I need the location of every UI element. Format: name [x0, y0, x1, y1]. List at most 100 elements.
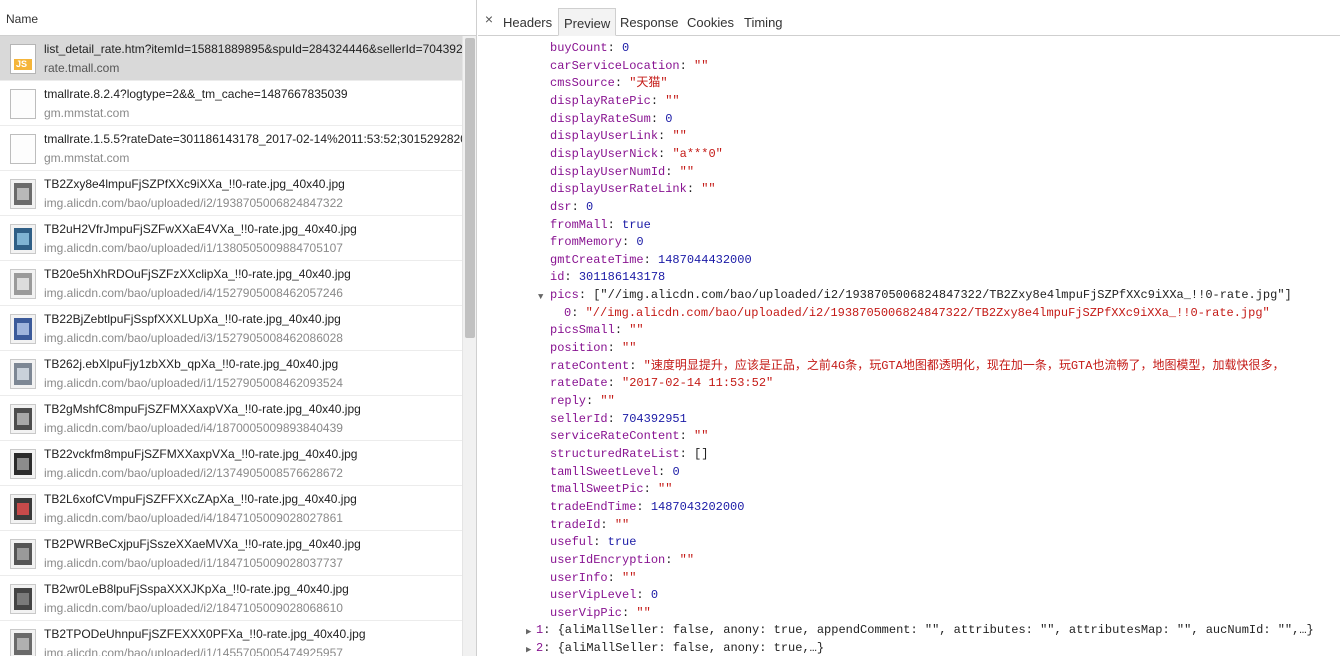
request-row[interactable]: TB2Zxy8e4lmpuFjSZPfXXc9iXXa_!!0-rate.jpg…	[0, 171, 462, 216]
json-colon: :	[650, 93, 666, 108]
request-list-panel: Name JS list_detail_rate.htm?itemId=15881…	[0, 0, 477, 656]
json-colon: :	[607, 411, 623, 426]
collapse-triangle-icon[interactable]: ▶	[526, 624, 531, 642]
json-colon: :	[679, 429, 695, 444]
scrollbar-thumb[interactable]	[465, 38, 475, 338]
json-key: userVipLevel	[550, 588, 637, 603]
tab-timing[interactable]: Timing	[739, 8, 788, 36]
request-host: img.alicdn.com/bao/uploaded/i4/152790500…	[44, 286, 343, 300]
json-key: reply	[550, 394, 587, 408]
json-property-buyCount: buyCount: 0	[550, 40, 629, 57]
tab-cookies[interactable]: Cookies	[682, 8, 739, 36]
json-key: sellerId	[550, 411, 608, 426]
json-colon: :	[658, 129, 673, 144]
request-row[interactable]: TB2TPODeUhnpuFjSZFEXXX0PFXa_!!0-rate.jpg…	[0, 621, 462, 656]
json-colon: :	[622, 235, 637, 250]
request-name: TB20e5hXhRDOuFjSZFzXXclipXa_!!0-rate.jpg…	[44, 267, 351, 281]
json-property-rateDate: rateDate: "2017-02-14 11:53:52"	[550, 375, 773, 392]
json-colon: :	[614, 323, 630, 338]
json-value: 0	[636, 235, 644, 250]
request-name: tmallrate.1.5.5?rateDate=301186143178_20…	[44, 132, 462, 146]
request-row[interactable]: tmallrate.1.5.5?rateDate=301186143178_20…	[0, 126, 462, 171]
json-property-id: id: 301186143178	[550, 269, 665, 286]
json-key: dsr	[550, 199, 572, 214]
json-property-sellerId: sellerId: 704392951	[550, 411, 687, 428]
request-row[interactable]: TB2PWRBeCxjpuFjSszeXXaeMVXa_!!0-rate.jpg…	[0, 531, 462, 576]
request-row[interactable]: JS list_detail_rate.htm?itemId=1588188989…	[0, 36, 462, 81]
request-row[interactable]: TB2wr0LeB8lpuFjSspaXXXJKpXa_!!0-rate.jpg…	[0, 576, 462, 621]
request-name: TB2Zxy8e4lmpuFjSZPfXXc9iXXa_!!0-rate.jpg…	[44, 177, 345, 191]
tab-headers[interactable]: Headers	[498, 8, 557, 36]
json-key: userInfo	[550, 570, 608, 585]
detail-tab-bar: × Headers Preview Response Cookies Timin…	[478, 0, 1340, 36]
json-key: gmtCreateTime	[550, 252, 644, 267]
request-row[interactable]: tmallrate.8.2.4?logtype=2&&_tm_cache=148…	[0, 81, 462, 126]
json-colon: :	[665, 164, 680, 179]
collapse-triangle-icon[interactable]: ▶	[526, 642, 531, 656]
json-value: 0	[665, 111, 673, 126]
json-value: ""	[636, 605, 651, 620]
json-property-dsr: dsr: 0	[550, 199, 593, 216]
json-key: picsSmall	[550, 323, 615, 338]
json-property-displayRatePic: displayRatePic: ""	[550, 93, 680, 110]
json-key: id	[550, 270, 565, 285]
json-property-carServiceLocation: carServiceLocation: ""	[550, 58, 708, 75]
json-key: fromMemory	[550, 235, 623, 250]
json-preview-tree: buyCount: 0 carServiceLocation: "" cmsSour…	[478, 38, 1340, 656]
name-column-header[interactable]: Name	[0, 0, 476, 36]
json-colon: :	[607, 341, 623, 356]
request-row[interactable]: TB2L6xofCVmpuFjSZFFXXcZApXa_!!0-rate.jpg…	[0, 486, 462, 531]
json-property-tradeEndTime: tradeEndTime: 1487043202000	[550, 499, 744, 516]
json-property-reply: reply: ""	[550, 393, 615, 410]
json-value: []	[694, 446, 709, 461]
tab-response[interactable]: Response	[615, 8, 684, 36]
request-host: img.alicdn.com/bao/uploaded/i1/152790500…	[44, 376, 343, 390]
json-colon: :	[607, 570, 623, 585]
request-row[interactable]: TB22vckfm8mpuFjSZFMXXaxpVXa_!!0-rate.jpg…	[0, 441, 462, 486]
request-row[interactable]: TB262j.ebXlpuFjy1zbXXb_qpXa_!!0-rate.jpg…	[0, 351, 462, 396]
json-colon: :	[636, 499, 651, 514]
document-icon	[10, 134, 36, 164]
json-key: useful	[550, 535, 594, 550]
json-key: displayUserNick	[550, 146, 659, 161]
json-property-pics[interactable]: pics: ["//img.alicdn.com/bao/uploaded/i2…	[550, 287, 1292, 304]
json-value: ""	[679, 552, 695, 567]
json-value: 704392951	[622, 411, 687, 426]
request-host: img.alicdn.com/bao/uploaded/i1/145570500…	[44, 646, 343, 656]
json-property-displayUserLink: displayUserLink: ""	[550, 128, 687, 145]
json-colon: :	[564, 270, 579, 285]
image-thumbnail-icon	[10, 224, 36, 254]
js-file-icon: JS	[10, 44, 36, 74]
json-value: 0	[622, 41, 630, 55]
json-value: "a***0"	[672, 146, 723, 161]
request-row[interactable]: TB20e5hXhRDOuFjSZFzXXclipXa_!!0-rate.jpg…	[0, 261, 462, 306]
json-value: ""	[694, 429, 709, 444]
close-icon[interactable]: ×	[483, 12, 495, 26]
json-value: 1487043202000	[650, 499, 745, 514]
request-list-scrollbar[interactable]	[462, 36, 476, 656]
json-property-displayUserNumId: displayUserNumId: ""	[550, 164, 694, 181]
request-row[interactable]: TB2gMshfC8mpuFjSZFMXXaxpVXa_!!0-rate.jpg…	[0, 396, 462, 441]
json-colon: :	[614, 76, 630, 91]
json-key: userVipPic	[550, 605, 623, 620]
json-colon: :	[643, 482, 659, 497]
json-key: rateContent	[550, 358, 630, 373]
json-colon: :	[586, 394, 601, 408]
json-value: "2017-02-14 11:53:52"	[622, 376, 774, 391]
json-colon: :	[643, 252, 659, 267]
json-property-tradeId: tradeId: ""	[550, 517, 629, 534]
request-row[interactable]: TB2uH2VfrJmpuFjSZFwXXaE4VXa_!!0-rate.jpg…	[0, 216, 462, 261]
json-property-serviceRateContent: serviceRateContent: ""	[550, 428, 708, 445]
collapsed-json-item[interactable]: 1: {aliMallSeller: false, anony: true, a…	[536, 622, 1314, 640]
expand-triangle-icon[interactable]: ▼	[538, 289, 543, 307]
request-host: img.alicdn.com/bao/uploaded/i2/184710500…	[44, 601, 343, 615]
json-property-gmtCreateTime: gmtCreateTime: 1487044432000	[550, 252, 752, 269]
json-value: "速度明显提升，应该是正品，之前4G条，玩GTA地图都透明化，现在加一条，玩GT…	[643, 358, 1285, 373]
request-row[interactable]: TB22BjZebtlpuFjSspfXXXLUpXa_!!0-rate.jpg…	[0, 306, 462, 351]
preview-panel: × Headers Preview Response Cookies Timin…	[478, 0, 1340, 656]
collapsed-json-item[interactable]: 2: {aliMallSeller: false, anony: true,…}	[536, 640, 824, 656]
request-name: list_detail_rate.htm?itemId=15881889895&…	[44, 42, 462, 56]
request-rows: JS list_detail_rate.htm?itemId=1588188989…	[0, 36, 462, 656]
json-colon: :	[543, 623, 558, 638]
tab-preview[interactable]: Preview	[558, 8, 617, 36]
